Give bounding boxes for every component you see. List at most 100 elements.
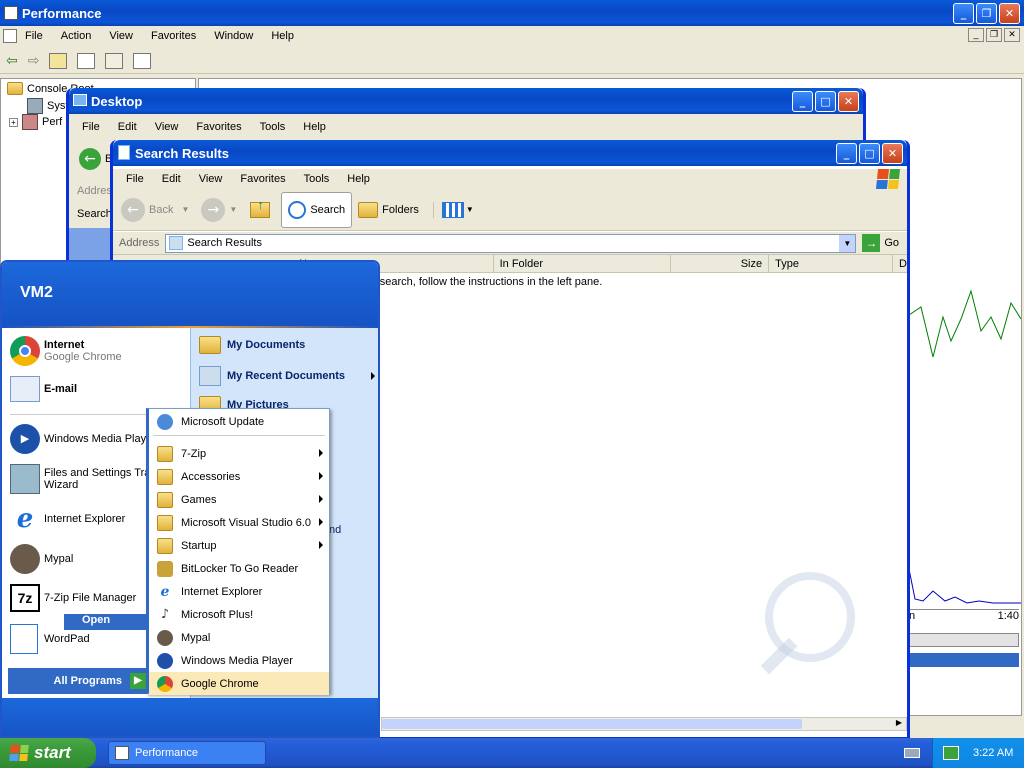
chevron-down-icon[interactable]: ▼ [181,205,189,214]
menu-help[interactable]: Help [338,173,379,185]
chevron-down-icon[interactable]: ▼ [229,205,237,214]
program-microsoft-plus[interactable]: ♪ Microsoft Plus! [149,603,329,626]
desktop-back-button[interactable]: ← B [79,148,112,170]
menu-favorites[interactable]: Favorites [187,121,250,133]
wordpad-icon [10,624,38,654]
menu-action[interactable]: Action [52,30,101,42]
child-minimize-button[interactable]: _ [968,28,984,42]
graph-time: 1:40 [997,610,1019,622]
my-documents[interactable]: My Documents [199,336,305,354]
menu-favorites[interactable]: Favorites [142,30,205,42]
taskbar-item-performance[interactable]: Performance [108,741,266,765]
menu-edit[interactable]: Edit [153,173,190,185]
close-button[interactable]: ✕ [882,143,903,164]
search-button[interactable]: Search [281,191,353,228]
col-in-folder[interactable]: In Folder [494,255,671,272]
menu-help[interactable]: Help [294,121,335,133]
menu-file[interactable]: File [16,30,52,42]
maximize-button[interactable]: □ [859,143,880,164]
minimize-button[interactable]: _ [792,91,813,112]
program-internet-explorer[interactable]: e Internet Explorer [149,580,329,603]
back-button[interactable]: ← Back ▼ [121,197,189,222]
address-dropdown-icon[interactable]: ▼ [839,234,856,252]
tree-item-performance-logs[interactable]: + Perf [9,114,62,130]
menu-file[interactable]: File [73,121,109,133]
logs-icon [22,114,38,130]
help-icon[interactable] [133,52,152,69]
search-address-bar: Address Search Results ▼ → Go [113,231,907,255]
close-button[interactable]: ✕ [999,3,1020,24]
properties-icon[interactable] [105,52,124,69]
recent-files-settings-wizard[interactable]: Files and Settings Tra Wizard [10,464,150,494]
back-arrow-icon[interactable]: ⇦ [6,53,18,69]
menu-tools[interactable]: Tools [251,121,295,133]
minimize-button[interactable]: _ [836,143,857,164]
program-bitlocker[interactable]: BitLocker To Go Reader [149,557,329,580]
program-windows-media-player[interactable]: Windows Media Player [149,649,329,672]
forward-arrow-icon[interactable]: ⇨ [28,53,40,69]
menu-help[interactable]: Help [262,30,303,42]
performance-titlebar[interactable]: Performance _ ❐ ✕ [0,0,1024,26]
restore-button[interactable]: ❐ [976,3,997,24]
pinned-internet[interactable]: Internet Google Chrome [10,336,122,366]
col-date[interactable]: D [893,255,907,272]
forward-button[interactable]: → ▼ [201,197,237,222]
keyboard-icon[interactable] [904,748,920,758]
expand-plus-icon[interactable]: + [9,117,18,127]
scrollbar-thumb[interactable] [382,719,802,729]
child-restore-button[interactable]: ❐ [986,28,1002,42]
recent-mypal[interactable]: Mypal [10,544,73,574]
menu-view[interactable]: View [100,30,142,42]
show-hide-tree-icon[interactable] [77,52,96,69]
maximize-button[interactable]: □ [815,91,836,112]
tree-item-system-monitor[interactable]: Syst [27,98,68,114]
close-button[interactable]: ✕ [838,91,859,112]
bitlocker-icon [157,560,173,577]
folders-button[interactable]: Folders [358,201,419,218]
start-button[interactable]: start [0,738,96,768]
address-label: Address [119,237,160,249]
views-button[interactable]: ▼ [432,201,474,218]
program-visual-studio[interactable]: Microsoft Visual Studio 6.0 [149,511,329,534]
start-label: start [34,743,71,762]
minimize-button[interactable]: _ [953,3,974,24]
search-results-titlebar[interactable]: Search Results _ □ ✕ [113,140,907,166]
recent-windows-media-player[interactable]: ▶ Windows Media Playe [10,424,152,454]
recent-internet-explorer[interactable]: e Internet Explorer [10,504,126,534]
horizontal-scrollbar[interactable]: ▶ [381,717,907,731]
child-close-button[interactable]: ✕ [1004,28,1020,42]
col-size[interactable]: Size [671,255,770,272]
menu-file[interactable]: File [117,173,153,185]
desktop-title: Desktop [91,93,143,109]
recent-7zip[interactable]: 7z 7-Zip File Manager [10,584,136,612]
pinned-email[interactable]: E-mail [10,376,77,402]
program-accessories[interactable]: Accessories [149,465,329,488]
performance-app-icon [115,746,129,760]
menu-tools[interactable]: Tools [295,173,339,185]
my-recent-documents[interactable]: My Recent Documents [199,366,375,386]
desktop-titlebar[interactable]: Desktop _ □ ✕ [69,88,863,114]
menu-edit[interactable]: Edit [109,121,146,133]
menu-view[interactable]: View [190,173,232,185]
mmc-doc-icon [3,29,17,43]
menu-window[interactable]: Window [205,30,262,42]
program-games[interactable]: Games [149,488,329,511]
program-group-icon [157,514,173,531]
program-startup[interactable]: Startup [149,534,329,557]
scroll-right-icon[interactable]: ▶ [892,718,906,730]
up-folder-button[interactable]: ↑ [247,197,273,223]
menu-favorites[interactable]: Favorites [231,173,294,185]
program-mypal[interactable]: Mypal [149,626,329,649]
program-microsoft-update[interactable]: Microsoft Update [149,410,329,433]
program-group-icon [157,468,173,485]
address-input[interactable]: Search Results ▼ [165,233,857,253]
go-button[interactable]: → Go [856,234,907,252]
program-google-chrome[interactable]: Google Chrome [149,672,329,695]
menu-view[interactable]: View [146,121,188,133]
program-7zip[interactable]: 7-Zip [149,442,329,465]
up-folder-icon[interactable] [49,52,68,69]
network-icon[interactable] [943,746,959,760]
col-type[interactable]: Type [769,255,894,272]
all-programs-button[interactable]: All Programs ▶ [8,668,148,694]
all-programs-arrow-icon: ▶ [130,673,146,689]
